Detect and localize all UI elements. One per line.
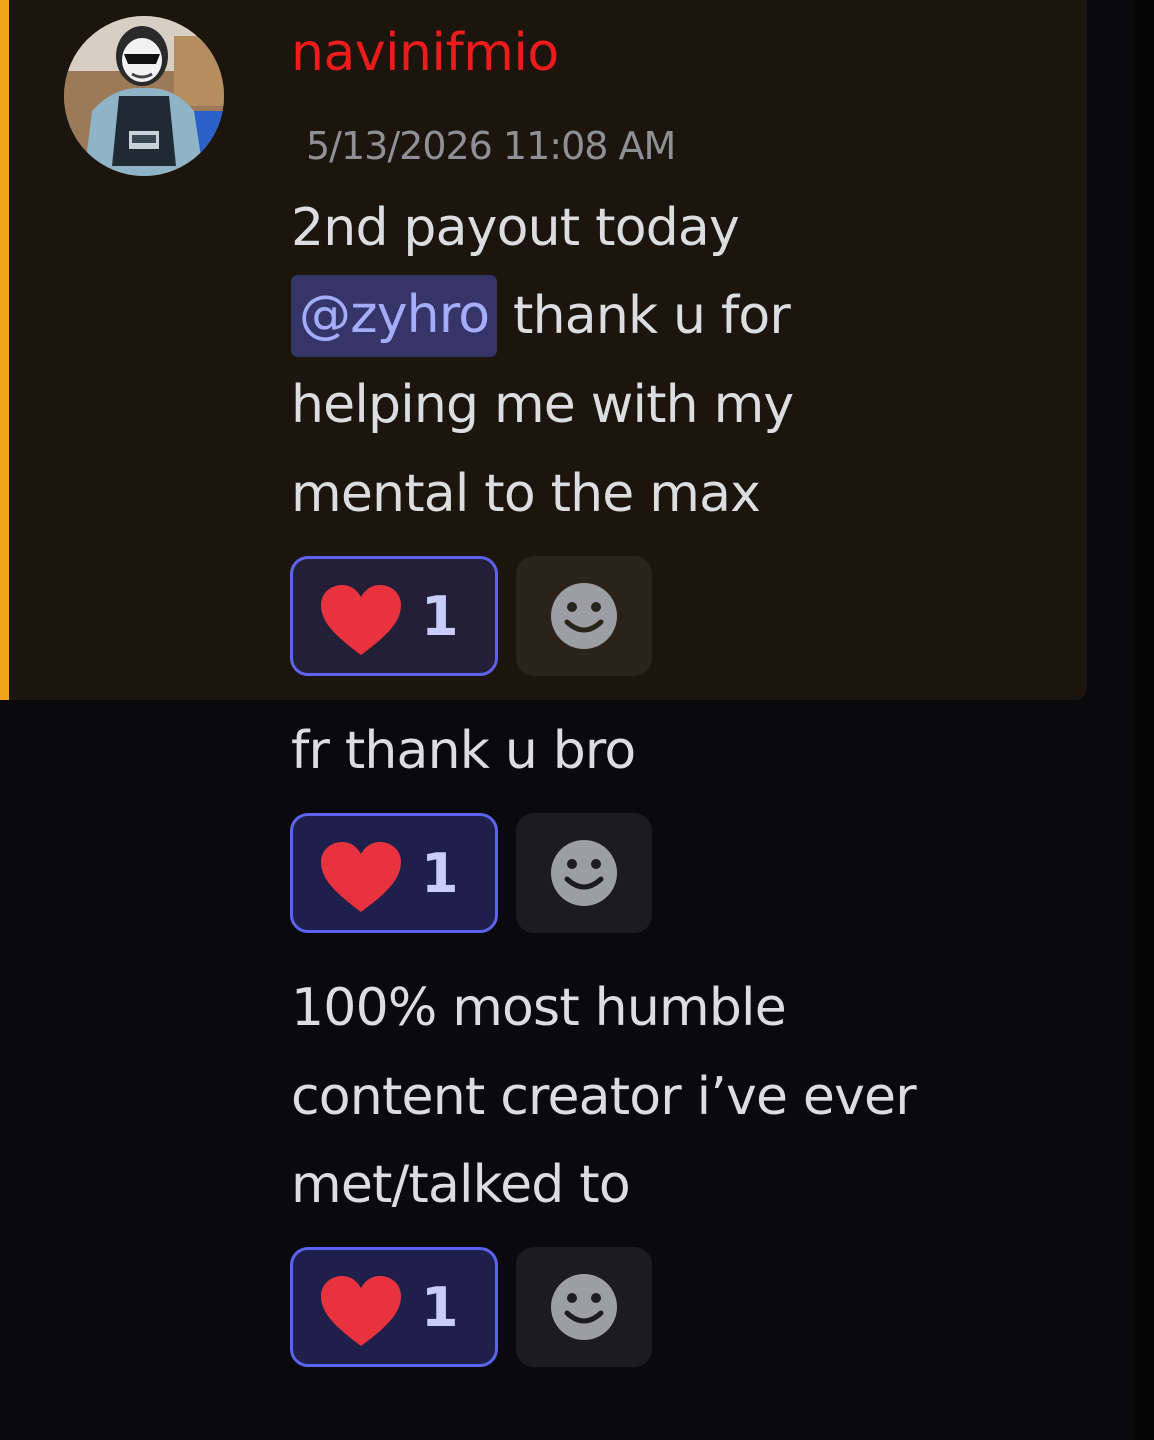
reaction-heart-button[interactable]: 1 <box>290 1247 498 1367</box>
message-text-line: 2nd payout today <box>291 198 740 258</box>
message-text-fragment: thank u for <box>497 286 791 346</box>
mention-highlight-bar <box>0 0 9 700</box>
heart-icon <box>321 585 401 655</box>
avatar-image <box>64 16 224 176</box>
message-text-line: @zyhro thank u for <box>291 272 791 361</box>
reaction-heart-button[interactable]: 1 <box>290 556 498 676</box>
smiley-icon <box>551 840 617 906</box>
message-text-line: 100% most humble <box>291 978 787 1038</box>
message-text-line: fr thank u bro <box>291 721 636 781</box>
message-text-line: met/talked to <box>291 1155 631 1215</box>
add-reaction-button[interactable] <box>516 813 652 933</box>
reaction-count: 1 <box>421 1276 459 1339</box>
reaction-count: 1 <box>421 842 459 905</box>
reaction-heart-button[interactable]: 1 <box>290 813 498 933</box>
chat-message-list: navinifmio 5/13/2026 11:08 AM 2nd payout… <box>0 0 1154 1440</box>
avatar[interactable] <box>64 16 224 176</box>
add-reaction-button[interactable] <box>516 556 652 676</box>
heart-icon <box>321 1276 401 1346</box>
reaction-count: 1 <box>421 585 459 648</box>
add-reaction-button[interactable] <box>516 1247 652 1367</box>
heart-icon <box>321 842 401 912</box>
smiley-icon <box>551 583 617 649</box>
scrollbar-track[interactable] <box>1134 0 1154 1440</box>
message-text-line: helping me with my <box>291 375 794 435</box>
user-mention[interactable]: @zyhro <box>291 275 498 357</box>
smiley-icon <box>551 1274 617 1340</box>
author-username[interactable]: navinifmio <box>291 20 559 86</box>
message-text-line: content creator i’ve ever <box>291 1067 917 1127</box>
message-text-line: mental to the max <box>291 464 761 524</box>
message-timestamp[interactable]: 5/13/2026 11:08 AM <box>306 124 676 168</box>
